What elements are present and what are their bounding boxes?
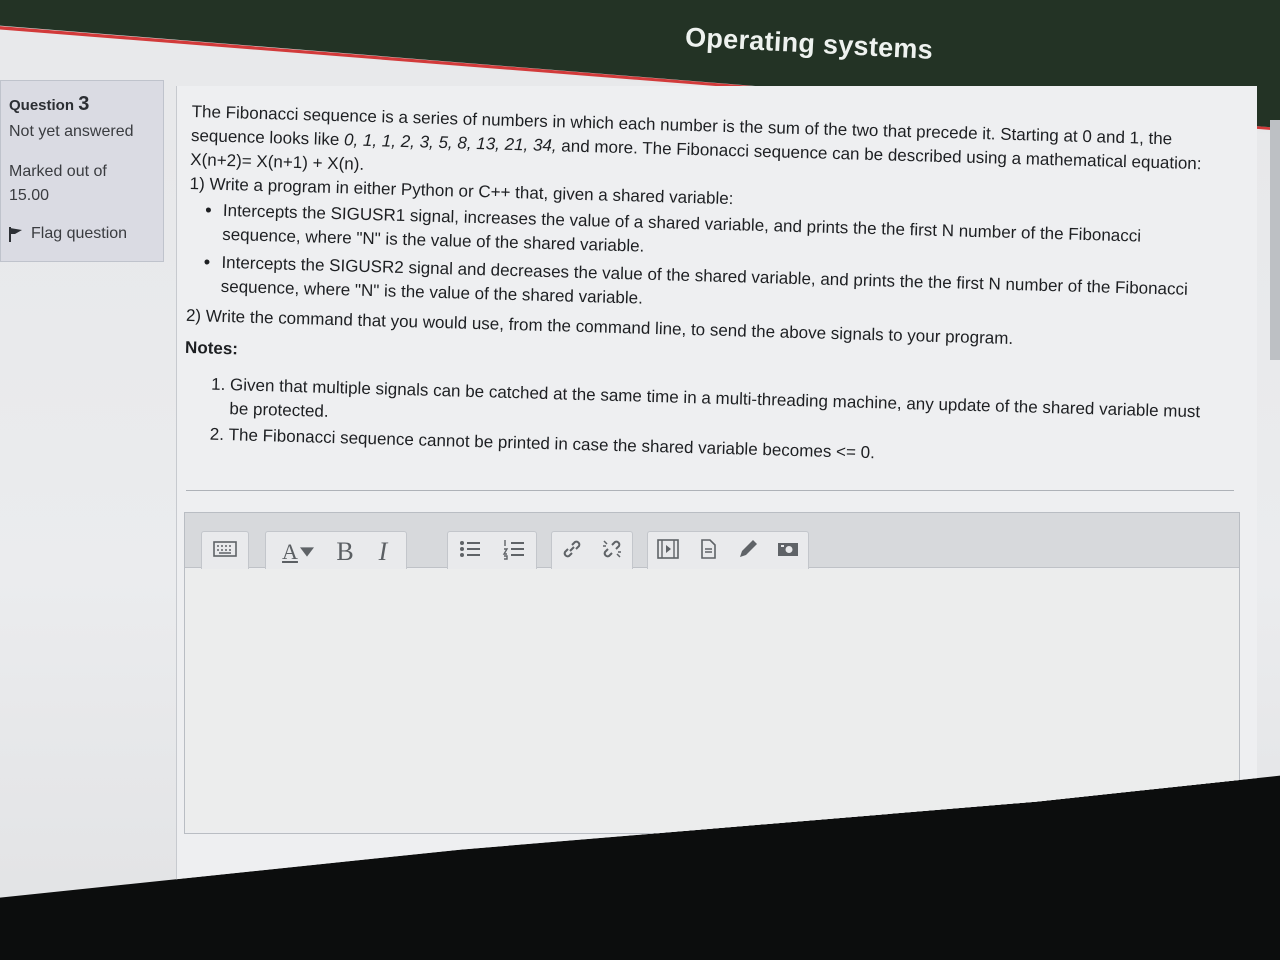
question-number: Question 3	[9, 93, 89, 116]
intro-sequence: 0, 1, 1, 2, 3, 5, 8, 13, 21, 34,	[343, 130, 557, 156]
file-manager-icon	[696, 537, 720, 567]
link-button[interactable]	[552, 533, 592, 571]
draw-icon	[736, 537, 760, 567]
toolbar-group-expand	[201, 531, 249, 573]
italic-button[interactable]: I	[364, 533, 402, 571]
bold-button[interactable]: B	[326, 533, 364, 571]
question-number-value: 3	[78, 93, 90, 115]
record-video-icon	[776, 537, 800, 567]
toolbar-group-format: A B I	[265, 531, 407, 573]
question-text: The Fibonacci sequence is a series of nu…	[182, 100, 1211, 476]
unordered-list-button[interactable]	[448, 533, 492, 571]
section-divider	[186, 490, 1234, 491]
answer-text-area[interactable]	[185, 569, 1239, 831]
media-icon	[656, 537, 680, 567]
flag-icon	[7, 225, 25, 243]
ordered-list-icon	[502, 537, 526, 567]
record-video-button[interactable]	[768, 533, 808, 571]
flag-question-label: Flag question	[31, 225, 128, 242]
draw-button[interactable]	[728, 533, 768, 571]
screen: Operating systems Question 3 Not yet ans…	[0, 0, 1280, 898]
font-color-letter: A	[282, 539, 298, 564]
unlink-icon	[600, 537, 624, 567]
file-manager-button[interactable]	[688, 533, 728, 571]
question-status: Not yet answered	[9, 123, 134, 140]
unlink-button[interactable]	[592, 533, 632, 571]
font-color-icon: A	[282, 539, 314, 565]
answer-editor: A B I	[184, 512, 1240, 834]
flag-question-link[interactable]: Flag question	[7, 225, 127, 243]
question-info-panel: Question 3 Not yet answered Marked out o…	[0, 80, 164, 262]
expand-toolbar-icon	[213, 537, 237, 567]
toolbar-group-lists	[447, 531, 537, 573]
bold-icon: B	[336, 537, 354, 566]
toolbar-group-media	[647, 531, 809, 573]
link-icon	[560, 537, 584, 567]
unordered-list-icon	[458, 537, 482, 567]
italic-icon: I	[378, 537, 388, 566]
marked-out-of-label: Marked out of	[9, 163, 107, 180]
toolbar-group-links	[551, 531, 633, 573]
font-color-button[interactable]: A	[270, 533, 326, 571]
ordered-list-button[interactable]	[492, 533, 536, 571]
expand-toolbar-button[interactable]	[202, 533, 248, 571]
page-scrollbar[interactable]	[1270, 120, 1280, 360]
editor-toolbar: A B I	[185, 513, 1239, 573]
media-button[interactable]	[648, 533, 688, 571]
marked-out-of-value: 15.00	[9, 187, 50, 204]
question-label: Question	[9, 97, 75, 114]
